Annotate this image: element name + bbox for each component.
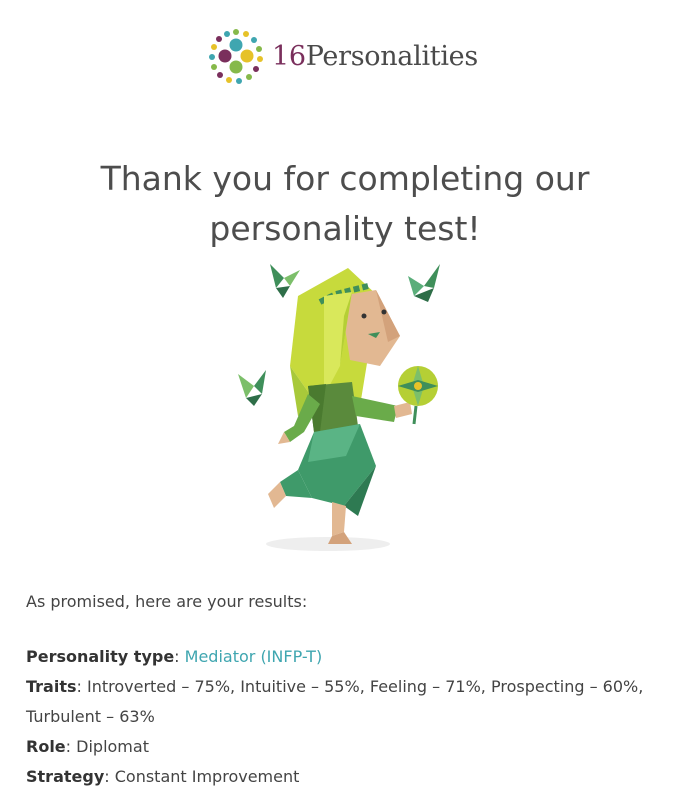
result-strategy: Strategy: Constant Improvement bbox=[26, 767, 300, 786]
title-line-1: Thank you for completing our bbox=[100, 159, 590, 199]
butterfly-icon-1 bbox=[270, 264, 300, 298]
logo-dots-icon bbox=[209, 29, 263, 84]
result-personality-type: Personality type: Mediator (INFP-T) bbox=[26, 647, 323, 666]
type-label: Personality type bbox=[26, 647, 175, 666]
title-line-2: personality test! bbox=[209, 209, 481, 249]
page-title: Thank you for completing our personality… bbox=[0, 154, 690, 254]
result-role: Role: Diplomat bbox=[26, 737, 149, 756]
traits-value: Introverted – 75%, Intuitive – 55%, Feel… bbox=[26, 677, 644, 726]
brand-number: 16 bbox=[272, 40, 306, 72]
traits-label: Traits bbox=[26, 677, 77, 696]
strategy-label: Strategy bbox=[26, 767, 105, 786]
result-traits: Traits: Introverted – 75%, Intuitive – 5… bbox=[26, 677, 644, 726]
butterfly-icon-2 bbox=[408, 264, 440, 302]
brand-name: 16Personalities bbox=[272, 41, 478, 72]
mediator-illustration bbox=[238, 264, 440, 551]
brand-logo[interactable]: 16Personalities bbox=[206, 26, 478, 86]
butterfly-icon-3 bbox=[238, 370, 266, 406]
results-section: As promised, here are your results: Pers… bbox=[26, 588, 670, 792]
brand-word: Personalities bbox=[305, 40, 478, 72]
role-value: Diplomat bbox=[76, 737, 149, 756]
strategy-value: Constant Improvement bbox=[114, 767, 300, 786]
role-label: Role bbox=[26, 737, 66, 756]
intro-text: As promised, here are your results: bbox=[26, 592, 308, 611]
personality-type-link[interactable]: Mediator (INFP-T) bbox=[185, 647, 323, 666]
